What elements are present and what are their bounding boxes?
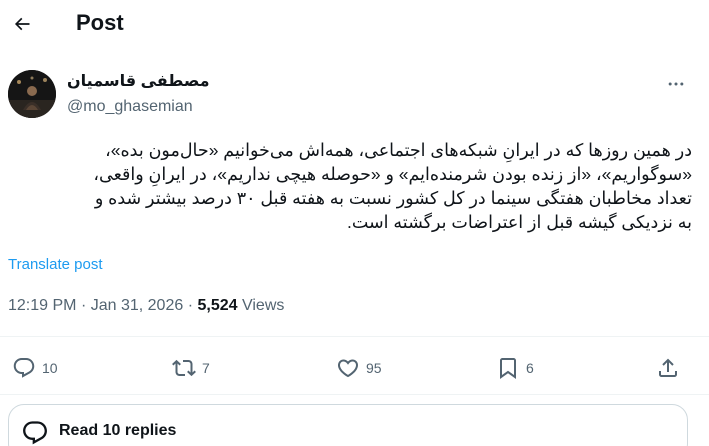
post-line: به نزدیکی گیشه قبل از اعتراضات برگشته اس… <box>346 212 692 232</box>
meta-separator: · <box>187 297 194 314</box>
divider <box>0 394 709 395</box>
meta-separator: · <box>80 297 87 314</box>
heart-icon <box>337 359 359 378</box>
read-replies-label: Read 10 replies <box>59 422 177 439</box>
author-handle[interactable]: @mo_ghasemian <box>67 97 193 117</box>
conversation-icon <box>23 421 47 445</box>
reply-count: 10 <box>42 360 58 376</box>
post-meta: 12:19 PM · Jan 31, 2026 · 5,524 Views <box>8 296 284 316</box>
avatar-image <box>8 70 56 118</box>
action-bar: 10 7 95 6 <box>0 352 709 384</box>
avatar[interactable] <box>8 70 56 118</box>
reply-icon <box>13 358 35 378</box>
reply-button[interactable]: 10 <box>12 352 58 384</box>
author-name[interactable]: مصطفی قاسمیان <box>67 72 210 92</box>
like-button[interactable]: 95 <box>336 352 382 384</box>
post-line: تعداد مخاطبان هفتگی سینما در کل کشور نسب… <box>94 188 692 208</box>
views-count: 5,524 <box>197 297 238 314</box>
post-line: «سوگواریم»، «از زنده بودن شرمنده‌ایم» و … <box>93 164 692 184</box>
more-horizontal-icon <box>668 82 684 86</box>
read-replies-button[interactable]: Read 10 replies <box>8 404 688 446</box>
repost-button[interactable]: 7 <box>172 352 210 384</box>
post-line: در همین روزها که در ایرانِ شبکه‌های اجتم… <box>105 140 692 160</box>
views-label: Views <box>241 297 285 314</box>
divider <box>0 336 709 337</box>
back-button[interactable] <box>6 8 38 40</box>
post-time[interactable]: 12:19 PM <box>8 297 76 314</box>
page-title: Post <box>76 10 124 35</box>
bookmark-button[interactable]: 6 <box>496 352 534 384</box>
bookmark-count: 6 <box>526 360 534 376</box>
like-count: 95 <box>366 360 382 376</box>
bookmark-icon <box>500 358 516 379</box>
repost-icon <box>172 359 196 377</box>
repost-count: 7 <box>202 360 210 376</box>
share-button[interactable] <box>656 352 680 384</box>
header: Post <box>0 0 709 48</box>
more-button[interactable] <box>660 72 692 96</box>
post-date[interactable]: Jan 31, 2026 <box>91 297 184 314</box>
share-icon <box>659 358 677 377</box>
post-page: Post مصطفی قاسمیان @mo_ghasemian در همین… <box>0 0 709 446</box>
post-text: در همین روزها که در ایرانِ شبکه‌های اجتم… <box>8 138 692 234</box>
translate-post-link[interactable]: Translate post <box>8 255 103 275</box>
arrow-left-icon <box>14 17 30 31</box>
